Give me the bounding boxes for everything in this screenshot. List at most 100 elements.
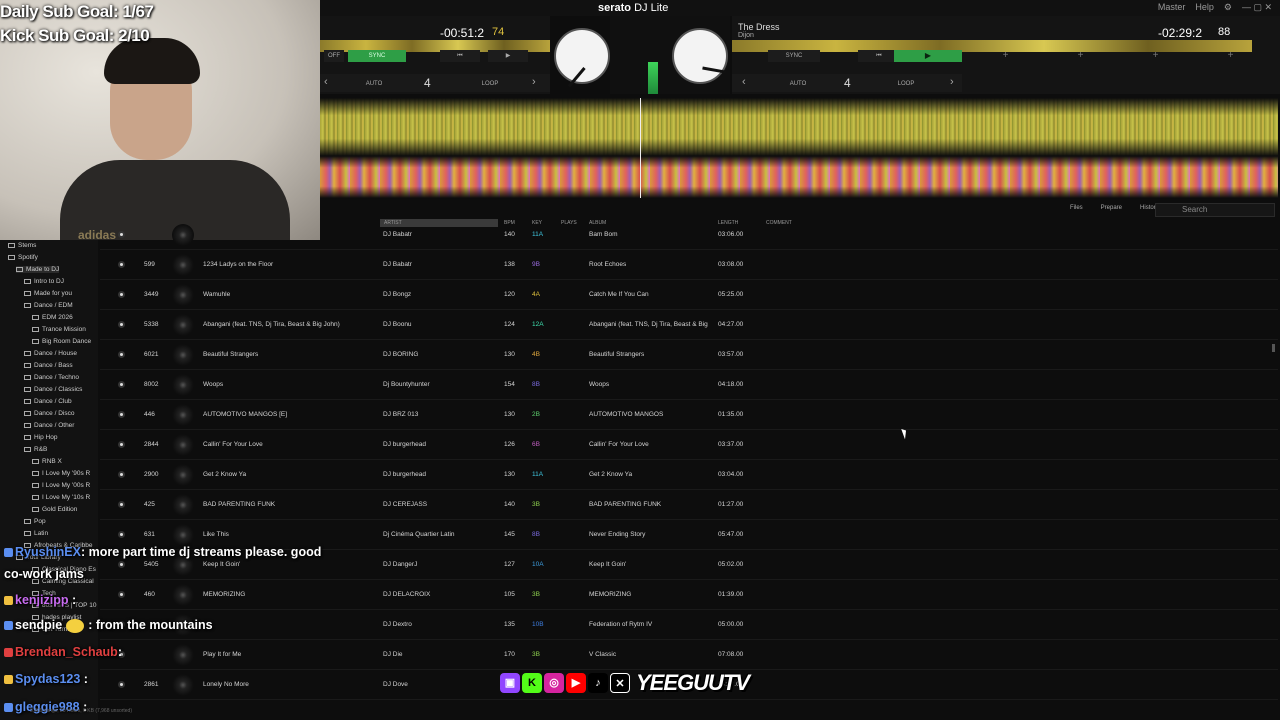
deck-a-loop-right-arrow[interactable]: › (532, 76, 536, 88)
track-status-icon (118, 441, 125, 448)
deck-a-loop-size[interactable]: 4 (424, 76, 431, 90)
chat-message: Brendan_Schaub: (4, 645, 122, 659)
track-artist: Dj Bountyhunter (383, 381, 430, 388)
track-row[interactable]: 8002 Woops Dj Bountyhunter 154 8B Woops 04:18.… (100, 370, 1278, 400)
deck-b-sync-button[interactable]: SYNC (768, 50, 820, 62)
sample-slot-add-icon[interactable]: + (1003, 50, 1009, 72)
deck-b-platter[interactable] (672, 28, 728, 84)
track-title: Wamuhle (203, 291, 231, 298)
track-row[interactable]: 6021 Beautiful Strangers DJ BORING 130 4B Bea… (100, 340, 1278, 370)
sidebar-item[interactable]: I Love My '00s R (32, 482, 90, 489)
track-row[interactable]: 425 BAD PARENTING FUNK DJ CEREJASS 140 3B BAD… (100, 490, 1278, 520)
track-number: 446 (144, 411, 155, 418)
sidebar-item[interactable]: Dance / Disco (24, 410, 74, 417)
sidebar-item[interactable]: Stems (8, 242, 36, 249)
track-row[interactable]: 460 MEMORIZING DJ DELACROIX 105 3B MEMORIZING… (100, 580, 1278, 610)
sidebar-item[interactable]: I Love My '10s R (32, 494, 90, 501)
sidebar-item[interactable]: Intro to DJ (24, 278, 64, 285)
sidebar-item[interactable]: R&B (24, 446, 47, 453)
deck-b-loop-button[interactable]: LOOP (892, 78, 920, 90)
chat-badge-icon (4, 648, 13, 658)
deck-a-auto-button[interactable]: AUTO (360, 78, 388, 90)
deck-a-main-waveform[interactable] (320, 98, 1278, 156)
sidebar-item[interactable]: Dance / Club (24, 398, 72, 405)
settings-icon[interactable]: ⚙ (1224, 2, 1232, 13)
sidebar-item[interactable]: I Love My '90s R (32, 470, 90, 477)
track-album: BAD PARENTING FUNK (589, 501, 662, 508)
track-row[interactable]: 446 AUTOMOTIVO MANGOS [E] DJ BRZ 013 130 2B A… (100, 400, 1278, 430)
instagram-icon: ◎ (544, 673, 564, 693)
sidebar-item[interactable]: Pop (24, 518, 46, 525)
sidebar-item[interactable]: Trance Mission (32, 326, 86, 333)
album-art-icon (172, 644, 194, 666)
sidebar-item-label: Intro to DJ (34, 278, 64, 285)
sidebar-item[interactable]: RNB X (32, 458, 62, 465)
deck-a-sync-button[interactable]: SYNC (348, 50, 406, 62)
sidebar-item[interactable]: Dance / House (24, 350, 77, 357)
deck-b-loop-left-arrow[interactable]: ‹ (742, 76, 746, 88)
sidebar-item[interactable]: Big Room Dance (32, 338, 91, 345)
sidebar-item[interactable]: Dance / Bass (24, 362, 73, 369)
sidebar-item-label: Spotify (18, 254, 38, 261)
deck-a-cue-button[interactable]: ⏮ (440, 50, 480, 62)
deck-a-off-button[interactable]: OFF (324, 50, 344, 62)
sidebar-item[interactable]: Dance / Other (24, 422, 74, 429)
kick-sub-goal: Kick Sub Goal: 2/10 (0, 26, 150, 45)
track-row[interactable]: 2844 Callin' For Your Love DJ burgerhead 12… (100, 430, 1278, 460)
search-input[interactable]: Search (1155, 203, 1275, 217)
deck-b-loop-right-arrow[interactable]: › (950, 76, 954, 88)
track-key: 8B (532, 531, 540, 538)
prepare-button[interactable]: Prepare (1101, 205, 1122, 211)
track-row[interactable]: DJ Dextro 135 10B Federation of Rytm IV 05:0… (100, 610, 1278, 640)
deck-a-loop-left-arrow[interactable]: ‹ (324, 76, 328, 88)
track-row[interactable]: 599 1234 Ladys on the Floor DJ Babatr 138 9B… (100, 250, 1278, 280)
deck-b-loop-size[interactable]: 4 (844, 76, 851, 90)
sidebar-item[interactable]: Dance / EDM (24, 302, 73, 309)
playlist-icon (32, 314, 39, 320)
playlist-icon (32, 482, 39, 488)
track-bpm: 135 (504, 621, 515, 628)
deck-b-bpm: 88 (1218, 26, 1231, 38)
track-artist: DJ burgerhead (383, 441, 426, 448)
sidebar-item[interactable]: Made to DJ (16, 266, 60, 273)
track-album: Federation of Rytm IV (589, 621, 653, 628)
chat-badge-icon (4, 621, 13, 631)
sidebar-item[interactable]: Dance / Classics (24, 386, 82, 393)
sidebar-item[interactable]: Latin (24, 530, 48, 537)
sidebar-item[interactable]: EDM 2026 (32, 314, 73, 321)
track-list-scrollbar[interactable] (1272, 344, 1275, 352)
folder-icon (8, 242, 15, 248)
window-controls[interactable]: — ▢ ✕ (1242, 2, 1272, 13)
folder-icon (24, 278, 31, 284)
sidebar-item[interactable]: Hip Hop (24, 434, 57, 441)
track-album: Keep It Goin' (589, 561, 627, 568)
track-row[interactable]: 3449 Wamuhle DJ Bongz 120 4A Catch Me If You … (100, 280, 1278, 310)
sample-slot-add-icon[interactable]: + (1228, 50, 1234, 72)
deck-b-play-button[interactable]: ▶ (894, 50, 962, 62)
files-button[interactable]: Files (1070, 205, 1083, 211)
track-album: Catch Me If You Can (589, 291, 649, 298)
track-row[interactable]: DJ Babatr 140 11A Bam Bom 03:06.00 (100, 220, 1278, 250)
album-art-icon (172, 224, 194, 246)
sample-slot-add-icon[interactable]: + (1153, 50, 1159, 72)
track-row[interactable]: 2900 Get 2 Know Ya DJ burgerhead 130 11A Get … (100, 460, 1278, 490)
deck-a-play-button[interactable]: ▶ (488, 50, 528, 62)
sidebar-item[interactable]: Gold Edition (32, 506, 77, 513)
track-row[interactable]: 5338 Abangani (feat. TNS, Dj Tira, Beast … (100, 310, 1278, 340)
screen: adidas Daily Sub Goal: 1/67 Kick Sub Goa… (0, 0, 1280, 720)
help-menu[interactable]: Help (1195, 2, 1214, 13)
sidebar-item[interactable]: Spotify (8, 254, 38, 261)
library-footer: 3,409 songs, 20 Hours, 0 KB (7,968 unsor… (30, 708, 133, 714)
deck-a-platter[interactable] (554, 28, 610, 88)
sidebar-item[interactable]: Made for you (24, 290, 72, 297)
sample-slot-add-icon[interactable]: + (1078, 50, 1084, 72)
track-status-icon (118, 471, 125, 478)
playlist-icon (32, 458, 39, 464)
album-art-icon (172, 674, 194, 696)
deck-b-main-waveform[interactable] (320, 156, 1278, 198)
album-art-icon (172, 404, 194, 426)
deck-b-auto-button[interactable]: AUTO (784, 78, 812, 90)
sidebar-item-label: Made to DJ (26, 266, 60, 273)
deck-a-loop-button[interactable]: LOOP (476, 78, 504, 90)
sidebar-item[interactable]: Dance / Techno (24, 374, 79, 381)
